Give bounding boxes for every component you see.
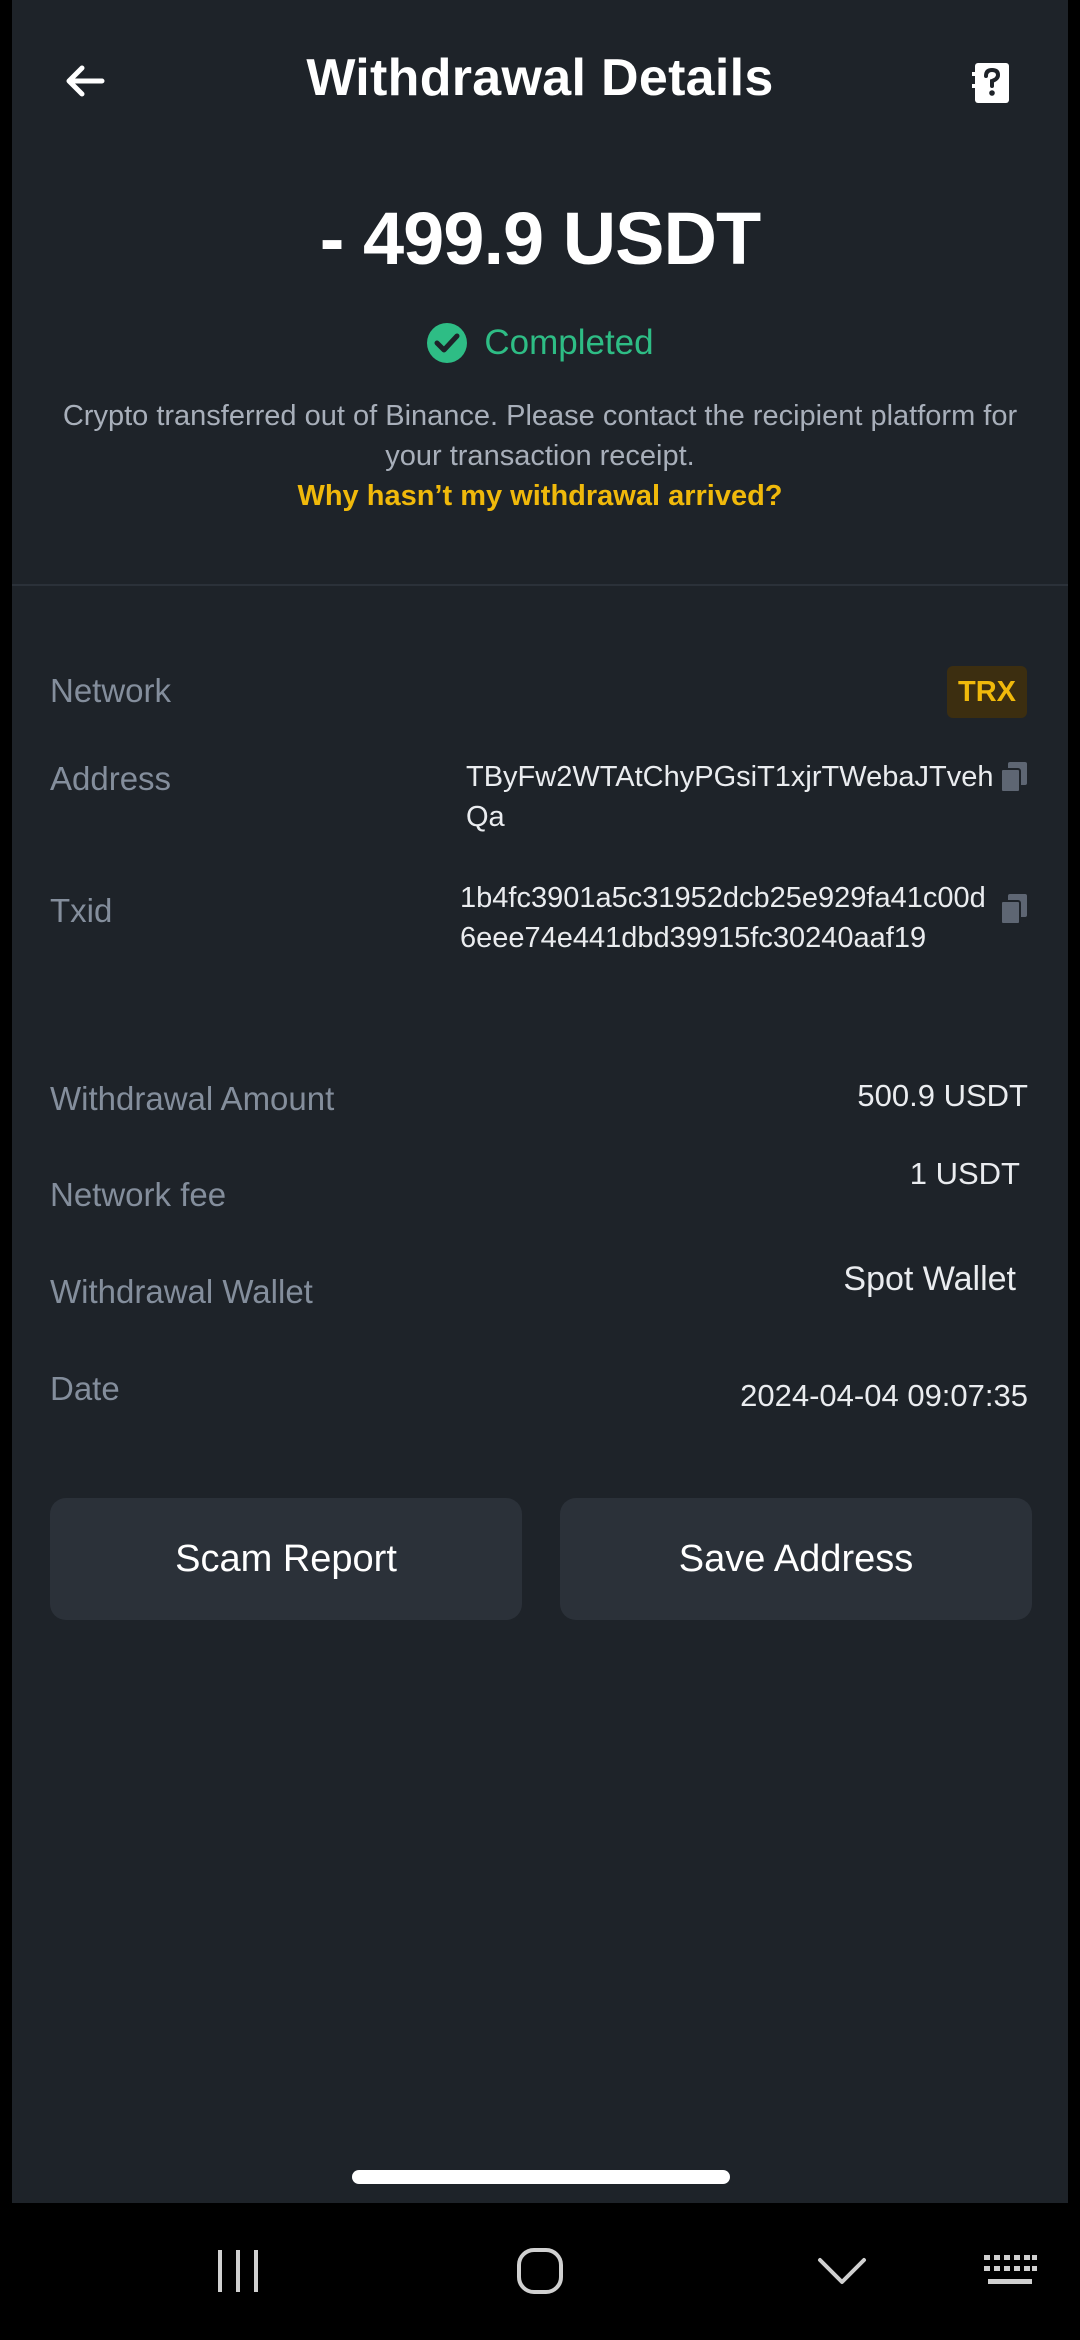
withdrawal-amount-total: - 499.9 USDT	[319, 197, 761, 280]
transfer-note: Crypto transferred out of Binance. Pleas…	[62, 400, 1018, 472]
help-document-icon	[972, 63, 1009, 103]
withdrawal-amount-value: 500.9 USDT	[857, 1078, 1028, 1113]
copy-address-button[interactable]	[999, 760, 1033, 798]
txid-value: 1b4fc3901a5c31952dcb25e929fa41c00d6eee74…	[460, 882, 986, 954]
recent-apps-button[interactable]	[198, 2233, 278, 2309]
home-button[interactable]	[500, 2233, 580, 2309]
back-nav-button[interactable]	[802, 2233, 882, 2309]
txid-label: Txid	[50, 892, 113, 929]
withdrawal-amount-label: Withdrawal Amount	[50, 1080, 335, 1117]
recent-apps-icon	[218, 2250, 258, 2292]
address-label: Address	[50, 760, 172, 797]
network-fee-label: Network fee	[50, 1176, 227, 1213]
withdrawal-details-screen: Withdrawal Details - 499.9 USDT Complete…	[12, 0, 1068, 2203]
network-badge: TRX	[947, 666, 1027, 718]
withdrawal-wallet-value: Spot Wallet	[843, 1260, 1016, 1298]
copy-icon	[1000, 762, 1027, 793]
help-button[interactable]	[972, 60, 1018, 110]
system-navigation-bar	[0, 2203, 1080, 2340]
page-title: Withdrawal Details	[306, 49, 774, 107]
divider	[12, 584, 1068, 586]
keyboard-button[interactable]	[970, 2233, 1050, 2309]
home-indicator[interactable]	[352, 2170, 730, 2184]
copy-icon	[1000, 894, 1027, 925]
status-text: Completed	[484, 323, 654, 362]
check-circle-icon	[427, 323, 468, 363]
copy-txid-button[interactable]	[999, 892, 1033, 930]
scam-report-button[interactable]: Scam Report	[50, 1498, 522, 1620]
date-value: 2024-04-04 09:07:35	[740, 1378, 1028, 1413]
withdrawal-wallet-label: Withdrawal Wallet	[50, 1273, 313, 1310]
date-label: Date	[50, 1370, 120, 1407]
address-value: TByFw2WTAtChyPGsiT1xjrTWebaJTvehQa	[466, 761, 994, 833]
status-row: Completed	[12, 322, 1068, 364]
back-chevron-icon	[818, 2258, 866, 2284]
withdrawal-help-link[interactable]: Why hasn’t my withdrawal arrived?	[12, 480, 1068, 513]
home-icon	[517, 2248, 563, 2294]
network-label: Network	[50, 672, 172, 709]
network-fee-value: 1 USDT	[909, 1156, 1020, 1191]
save-address-button[interactable]: Save Address	[560, 1498, 1032, 1620]
keyboard-icon	[984, 2255, 1037, 2284]
